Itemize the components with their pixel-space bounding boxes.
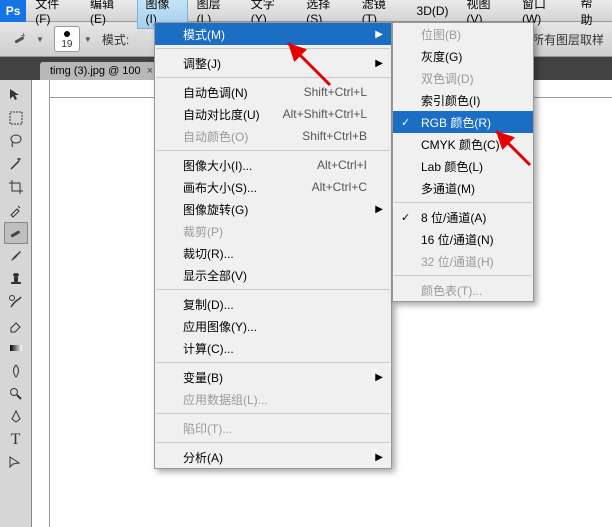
- tool-palette: T: [0, 80, 32, 527]
- mode-bitmap: 位图(B): [393, 23, 533, 45]
- stamp-tool-icon[interactable]: [4, 268, 28, 290]
- tab-title: timg (3).jpg @ 100: [50, 65, 141, 77]
- wand-tool-icon[interactable]: [4, 153, 28, 175]
- mode-32bit: 32 位/通道(H): [393, 250, 533, 272]
- history-brush-icon[interactable]: [4, 291, 28, 313]
- marquee-tool-icon[interactable]: [4, 107, 28, 129]
- blur-tool-icon[interactable]: [4, 360, 28, 382]
- submenu-arrow-icon: ▶: [375, 204, 383, 215]
- separator: [156, 289, 390, 290]
- menu-apply-image[interactable]: 应用图像(Y)...: [155, 315, 391, 337]
- mode-rgb[interactable]: ✓RGB 颜色(R): [393, 111, 533, 133]
- menu-file[interactable]: 文件(F): [26, 0, 81, 29]
- menu-auto-tone[interactable]: 自动色调(N)Shift+Ctrl+L: [155, 81, 391, 103]
- mode-label: 模式:: [102, 31, 129, 48]
- separator: [156, 77, 390, 78]
- ps-logo: Ps: [0, 0, 26, 22]
- brush-dot-icon: [64, 31, 70, 37]
- menu-help[interactable]: 帮助: [572, 0, 612, 31]
- image-menu-dropdown: 模式(M)▶ 调整(J)▶ 自动色调(N)Shift+Ctrl+L 自动对比度(…: [154, 22, 392, 469]
- menu-variables[interactable]: 变量(B)▶: [155, 366, 391, 388]
- chevron-down-icon[interactable]: ▼: [84, 35, 92, 44]
- menu-trap: 陷印(T)...: [155, 417, 391, 439]
- mode-multichannel[interactable]: 多通道(M): [393, 177, 533, 199]
- separator: [156, 442, 390, 443]
- type-tool-icon[interactable]: T: [4, 429, 28, 451]
- menu-image-rotation[interactable]: 图像旋转(G)▶: [155, 198, 391, 220]
- path-tool-icon[interactable]: [4, 452, 28, 474]
- menu-bar: Ps 文件(F) 编辑(E) 图像(I) 图层(L) 文字(Y) 选择(S) 滤…: [0, 0, 612, 22]
- dodge-tool-icon[interactable]: [4, 383, 28, 405]
- vertical-ruler: [32, 80, 50, 527]
- mode-16bit[interactable]: 16 位/通道(N): [393, 228, 533, 250]
- check-icon: ✓: [401, 116, 410, 129]
- menu-edit[interactable]: 编辑(E): [81, 0, 136, 29]
- separator: [156, 150, 390, 151]
- mode-cmyk[interactable]: CMYK 颜色(C): [393, 133, 533, 155]
- mode-8bit[interactable]: ✓8 位/通道(A): [393, 206, 533, 228]
- mode-grayscale[interactable]: 灰度(G): [393, 45, 533, 67]
- menu-auto-contrast[interactable]: 自动对比度(U)Alt+Shift+Ctrl+L: [155, 103, 391, 125]
- submenu-arrow-icon: ▶: [375, 58, 383, 69]
- submenu-arrow-icon: ▶: [375, 372, 383, 383]
- separator: [394, 275, 532, 276]
- separator: [394, 202, 532, 203]
- separator: [156, 413, 390, 414]
- menu-mode[interactable]: 模式(M)▶: [155, 23, 391, 45]
- submenu-arrow-icon: ▶: [375, 29, 383, 40]
- separator: [156, 48, 390, 49]
- submenu-arrow-icon: ▶: [375, 452, 383, 463]
- move-tool-icon[interactable]: [4, 84, 28, 106]
- eraser-tool-icon[interactable]: [4, 314, 28, 336]
- mode-submenu: 位图(B) 灰度(G) 双色调(D) 索引颜色(I) ✓RGB 颜色(R) CM…: [392, 22, 534, 302]
- menu-trim[interactable]: 裁切(R)...: [155, 242, 391, 264]
- menu-analysis[interactable]: 分析(A)▶: [155, 446, 391, 468]
- menu-reveal-all[interactable]: 显示全部(V): [155, 264, 391, 286]
- check-icon: ✓: [401, 211, 410, 224]
- menu-duplicate[interactable]: 复制(D)...: [155, 293, 391, 315]
- close-icon[interactable]: ×: [147, 65, 153, 77]
- brush-tool-icon[interactable]: [4, 245, 28, 267]
- mode-indexed[interactable]: 索引颜色(I): [393, 89, 533, 111]
- separator: [156, 362, 390, 363]
- menu-image-size[interactable]: 图像大小(I)...Alt+Ctrl+I: [155, 154, 391, 176]
- menu-crop: 裁剪(P): [155, 220, 391, 242]
- menu-3d[interactable]: 3D(D): [408, 1, 458, 21]
- lasso-tool-icon[interactable]: [4, 130, 28, 152]
- document-tab[interactable]: timg (3).jpg @ 100 ×: [40, 62, 163, 80]
- menu-calculations[interactable]: 计算(C)...: [155, 337, 391, 359]
- gradient-tool-icon[interactable]: [4, 337, 28, 359]
- crop-tool-icon[interactable]: [4, 176, 28, 198]
- healing-brush-icon[interactable]: [8, 28, 32, 50]
- brush-size-value: 19: [61, 39, 72, 50]
- brush-preview[interactable]: 19: [54, 26, 80, 52]
- menu-auto-color: 自动颜色(O)Shift+Ctrl+B: [155, 125, 391, 147]
- mode-duotone: 双色调(D): [393, 67, 533, 89]
- eyedropper-tool-icon[interactable]: [4, 199, 28, 221]
- chevron-down-icon[interactable]: ▼: [36, 35, 44, 44]
- mode-color-table: 颜色表(T)...: [393, 279, 533, 301]
- healing-tool-icon[interactable]: [4, 222, 28, 244]
- menu-datasets: 应用数据组(L)...: [155, 388, 391, 410]
- pen-tool-icon[interactable]: [4, 406, 28, 428]
- mode-lab[interactable]: Lab 颜色(L): [393, 155, 533, 177]
- menu-adjustments[interactable]: 调整(J)▶: [155, 52, 391, 74]
- menu-canvas-size[interactable]: 画布大小(S)...Alt+Ctrl+C: [155, 176, 391, 198]
